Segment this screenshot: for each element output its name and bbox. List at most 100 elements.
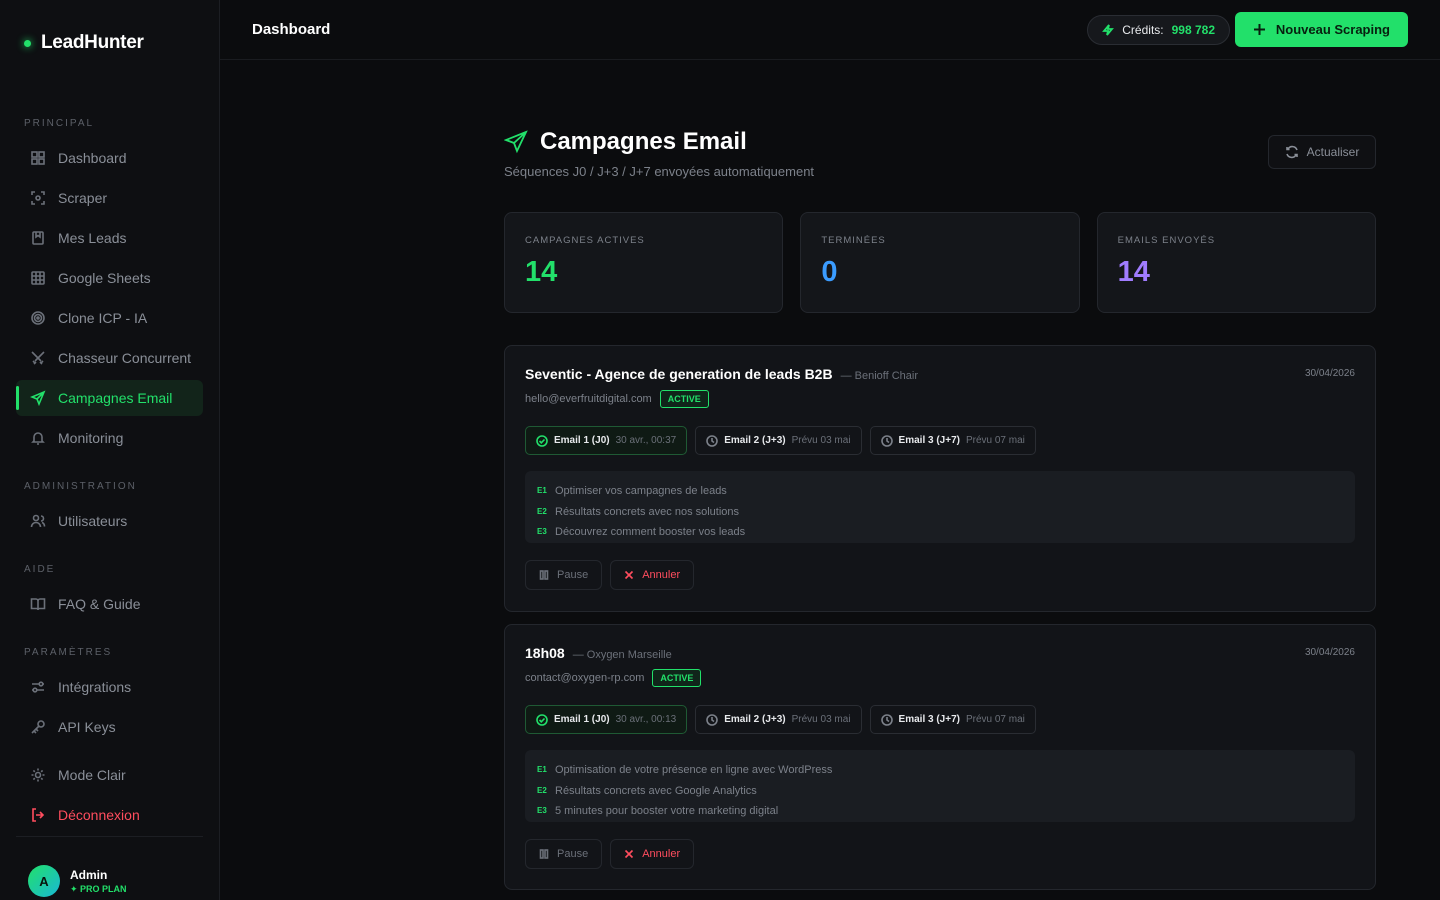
sidebar-item-mes-leads[interactable]: Mes Leads (16, 220, 203, 256)
bookmark-icon (32, 231, 44, 245)
subject-row: E3 Découvrez comment booster vos leads (537, 522, 1343, 543)
page-title-text: Campagnes Email (540, 128, 747, 155)
pause-button[interactable]: Pause (525, 560, 603, 590)
sidebar-item-integrations[interactable]: Intégrations (16, 669, 203, 705)
subject-row: E2 Résultats concrets avec nos solutions (537, 502, 1343, 523)
sidebar-item-utilisateurs[interactable]: Utilisateurs (16, 503, 203, 539)
step-meta: Prévu 07 mai (965, 435, 1025, 446)
sidebar-item-label: Clone ICP - IA (58, 310, 148, 326)
refresh-label: Actualiser (1306, 145, 1360, 159)
user-name: Admin (70, 867, 108, 882)
sidebar-item-faq[interactable]: FAQ & Guide (16, 586, 203, 622)
new-scraping-button[interactable]: Nouveau Scraping (1234, 12, 1408, 47)
campaign-actions: Pause Annuler (525, 839, 1355, 869)
step-name: Email 1 (J0) (554, 435, 610, 446)
stat-card-emails-sent: EMAILS ENVOYÉS 14 (1096, 212, 1376, 313)
sidebar-item-campagnes-email[interactable]: Campagnes Email (16, 380, 203, 416)
sidebar-item-deconnexion[interactable]: Déconnexion (16, 797, 203, 833)
user-profile[interactable]: A Admin ✦ PRO PLAN (28, 865, 127, 897)
sidebar-item-mode-clair[interactable]: Mode Clair (16, 757, 203, 793)
sidebar-item-label: Dashboard (58, 150, 127, 166)
credits-label: Crédits: (1122, 23, 1164, 37)
subject-tag: E2 (537, 785, 547, 795)
sidebar-item-label: Mode Clair (58, 767, 126, 783)
pause-icon (539, 570, 549, 580)
sidebar-item-api-keys[interactable]: API Keys (16, 709, 203, 745)
sidebar-item-google-sheets[interactable]: Google Sheets (16, 260, 203, 296)
campaign-email: contact@oxygen-rp.com (525, 672, 645, 684)
subject-row: E3 5 minutes pour booster votre marketing… (537, 801, 1343, 822)
sliders-icon (32, 681, 44, 693)
key-icon (31, 720, 45, 734)
cancel-button[interactable]: Annuler (610, 560, 695, 590)
new-scraping-label: Nouveau Scraping (1275, 22, 1390, 37)
scan-icon (31, 191, 45, 205)
stat-card-active: CAMPAGNES ACTIVES 14 (504, 212, 784, 313)
sidebar-item-label: Mes Leads (58, 230, 127, 246)
sidebar-item-label: Monitoring (58, 430, 124, 446)
topbar: Dashboard Crédits: 998 782 Nouveau Scrap… (220, 0, 1440, 60)
app-root: LeadHunter PRINCIPAL Dashboard Scraper M… (0, 0, 1440, 900)
user-plan: ✦ PRO PLAN (70, 883, 127, 894)
section-label-parametres: PARAMÈTRES (24, 647, 113, 658)
email-step-3[interactable]: Email 3 (J+7) Prévu 07 mai (869, 426, 1036, 455)
sidebar-item-monitoring[interactable]: Monitoring (16, 420, 203, 456)
email-step-1[interactable]: Email 1 (J0) 30 avr., 00:37 (525, 426, 688, 455)
stat-label: CAMPAGNES ACTIVES (525, 235, 645, 246)
subject-row: E1 Optimiser vos campagnes de leads (537, 481, 1343, 502)
campaign-actions: Pause Annuler (525, 560, 1355, 590)
stat-card-completed: TERMINÉES 0 (800, 212, 1080, 313)
stat-label: TERMINÉES (821, 235, 886, 246)
email-step-2[interactable]: Email 2 (J+3) Prévu 03 mai (695, 705, 862, 734)
clock-icon (706, 434, 719, 447)
page-subtitle: Séquences J0 / J+3 / J+7 envoyées automa… (504, 164, 815, 179)
sidebar-item-label: Chasseur Concurrent (58, 350, 192, 366)
close-icon (625, 570, 634, 580)
grid-icon (31, 151, 45, 165)
subject-tag: E3 (537, 527, 547, 536)
step-name: Email 1 (J0) (554, 714, 610, 725)
target-icon (31, 311, 45, 325)
subject-text: Découvrez comment booster vos leads (555, 526, 746, 538)
sidebar-item-clone-icp[interactable]: Clone ICP - IA (16, 300, 203, 336)
logout-icon (32, 808, 45, 822)
refresh-icon (1285, 145, 1298, 159)
step-meta: Prévu 03 mai (791, 435, 851, 446)
sidebar-item-scraper[interactable]: Scraper (16, 180, 203, 216)
book-icon (30, 598, 46, 611)
email-step-2[interactable]: Email 2 (J+3) Prévu 03 mai (695, 426, 862, 455)
campaign-name: Seventic - Agence de generation de leads… (525, 366, 833, 382)
step-name: Email 3 (J+7) (898, 714, 960, 725)
status-badge: ACTIVE (659, 390, 709, 408)
stat-value: 14 (525, 256, 558, 288)
logo[interactable]: LeadHunter (24, 32, 144, 54)
credits-pill[interactable]: Crédits: 998 782 (1087, 15, 1230, 45)
sidebar-item-label: Déconnexion (58, 807, 140, 823)
campaign-contact: — Oxygen Marseille (572, 649, 672, 661)
section-label-administration: ADMINISTRATION (24, 481, 137, 492)
sidebar-item-dashboard[interactable]: Dashboard (16, 140, 203, 176)
email-subjects: E1 Optimiser vos campagnes de leads E2 Rés… (525, 471, 1355, 543)
cancel-button[interactable]: Annuler (610, 839, 695, 869)
subject-text: Optimiser vos campagnes de leads (555, 485, 727, 497)
step-meta: Prévu 07 mai (965, 714, 1025, 725)
stat-value: 14 (1117, 256, 1150, 288)
step-name: Email 2 (J+3) (724, 714, 786, 725)
stats-row: CAMPAGNES ACTIVES 14 TERMINÉES 0 EMAILS … (504, 212, 1376, 313)
page-header: Campagnes Email Séquences J0 / J+3 / J+7… (504, 128, 814, 179)
email-step-3[interactable]: Email 3 (J+7) Prévu 07 mai (869, 705, 1036, 734)
pause-button[interactable]: Pause (525, 839, 603, 869)
sidebar-item-label: API Keys (58, 719, 116, 735)
users-icon (30, 514, 46, 528)
cancel-label: Annuler (642, 848, 681, 860)
subject-text: 5 minutes pour booster votre marketing d… (555, 805, 779, 817)
subject-tag: E1 (537, 486, 547, 495)
refresh-button[interactable]: Actualiser (1268, 135, 1376, 169)
sidebar-item-label: FAQ & Guide (58, 596, 141, 612)
sidebar-item-chasseur-concurrent[interactable]: Chasseur Concurrent (16, 340, 203, 376)
campaign-card: 18h08 — Oxygen Marseille 30/04/2026 cont… (504, 624, 1376, 890)
clock-icon (880, 713, 893, 726)
stat-label: EMAILS ENVOYÉS (1117, 235, 1216, 246)
email-step-1[interactable]: Email 1 (J0) 30 avr., 00:13 (525, 705, 688, 734)
subject-tag: E3 (537, 806, 547, 815)
